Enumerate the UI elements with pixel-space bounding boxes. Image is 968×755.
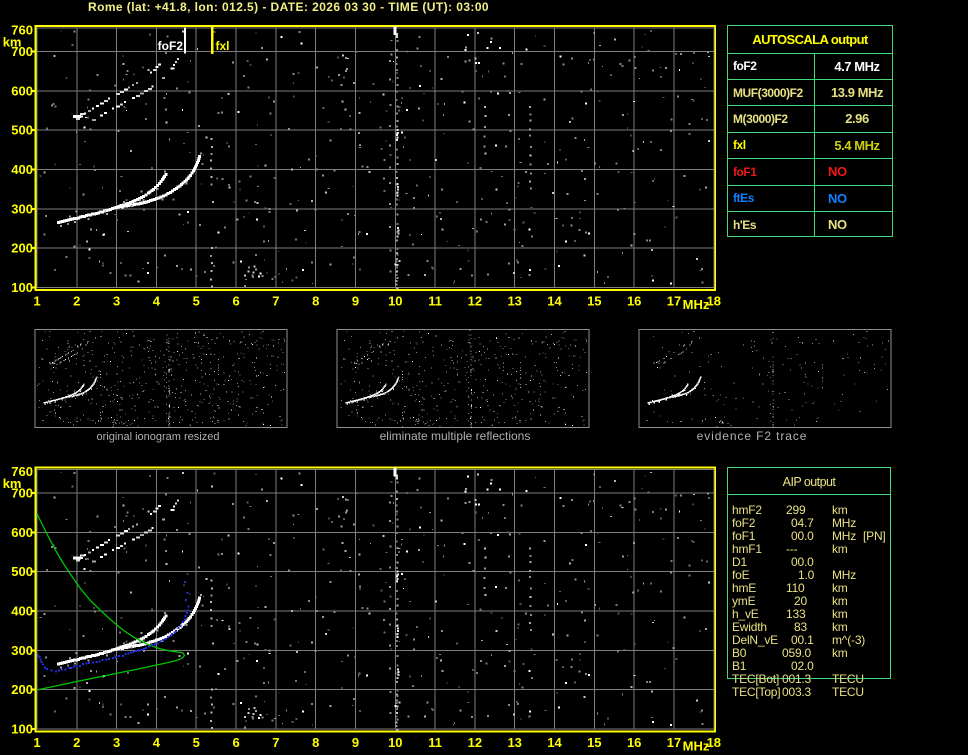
svg-text:fxl: fxl [216,39,230,53]
svg-text:original ionogram resized: original ionogram resized [97,431,220,443]
svg-text:foF2: foF2 [158,39,184,53]
svg-text:evidence F2 trace: evidence F2 trace [697,429,808,443]
svg-text:eliminate multiple reflections: eliminate multiple reflections [380,429,531,443]
